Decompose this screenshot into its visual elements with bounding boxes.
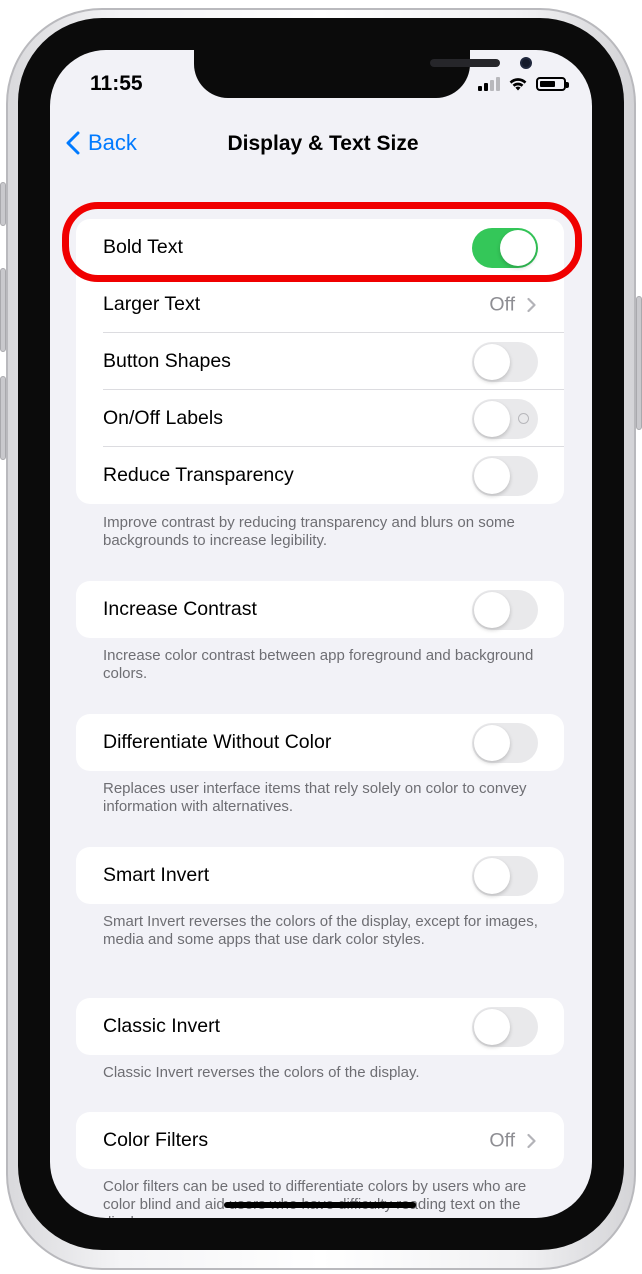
smart-invert-group: Smart Invert <box>76 847 564 904</box>
button-shapes-label: Button Shapes <box>103 350 231 372</box>
differentiate-group: Differentiate Without Color <box>76 714 564 771</box>
differentiate-without-color-toggle[interactable] <box>472 722 538 763</box>
on-off-labels-toggle[interactable] <box>472 398 538 439</box>
button-shapes-row[interactable]: Button Shapes <box>76 333 564 390</box>
button-shapes-toggle[interactable] <box>472 341 538 382</box>
color-filters-value-label: Off <box>489 1129 515 1151</box>
larger-text-value-label: Off <box>489 293 515 315</box>
notch <box>194 50 532 98</box>
larger-text-row[interactable]: Larger Text Off <box>76 276 564 333</box>
earpiece-speaker <box>430 59 500 67</box>
increase-contrast-row[interactable]: Increase Contrast <box>76 581 564 638</box>
increase-contrast-label: Increase Contrast <box>103 598 257 620</box>
smart-invert-footer: Smart Invert reverses the colors of the … <box>103 913 538 948</box>
color-filters-footer: Color filters can be used to differentia… <box>103 1178 527 1218</box>
navigation-bar: Back Display & Text Size <box>50 120 592 170</box>
classic-invert-row[interactable]: Classic Invert <box>76 998 564 1055</box>
on-off-labels-label: On/Off Labels <box>103 407 223 429</box>
increase-contrast-toggle[interactable] <box>472 589 538 630</box>
status-time: 11:55 <box>90 72 143 95</box>
classic-invert-label: Classic Invert <box>103 1015 221 1037</box>
reduce-transparency-footer: Improve contrast by reducing transparenc… <box>103 514 515 549</box>
off-circle-icon <box>518 412 529 424</box>
chevron-right-icon <box>527 297 536 312</box>
differentiate-without-color-label: Differentiate Without Color <box>103 731 332 753</box>
color-filters-row[interactable]: Color Filters Off <box>76 1112 564 1169</box>
status-icons <box>478 76 569 91</box>
classic-invert-toggle[interactable] <box>472 1006 538 1047</box>
battery-icon <box>536 76 569 91</box>
larger-text-value: Off <box>489 293 536 316</box>
silent-switch <box>0 182 6 226</box>
increase-contrast-group: Increase Contrast <box>76 581 564 638</box>
chevron-right-icon <box>527 1133 536 1148</box>
volume-down-button <box>0 376 6 460</box>
differentiate-footer: Replaces user interface items that rely … <box>103 780 527 815</box>
classic-invert-group: Classic Invert <box>76 998 564 1055</box>
increase-contrast-footer: Increase color contrast between app fore… <box>103 647 534 682</box>
reduce-transparency-label: Reduce Transparency <box>103 464 294 486</box>
differentiate-without-color-row[interactable]: Differentiate Without Color <box>76 714 564 771</box>
classic-invert-footer: Classic Invert reverses the colors of th… <box>103 1064 420 1081</box>
on-off-labels-row[interactable]: On/Off Labels <box>76 390 564 447</box>
volume-up-button <box>0 268 6 352</box>
color-filters-group: Color Filters Off <box>76 1112 564 1169</box>
reduce-transparency-row[interactable]: Reduce Transparency <box>76 447 564 504</box>
color-filters-value: Off <box>489 1129 536 1152</box>
reduce-transparency-toggle[interactable] <box>472 455 538 496</box>
front-camera <box>520 57 532 69</box>
side-button <box>636 296 642 430</box>
bold-text-highlight <box>62 202 582 282</box>
page-title: Display & Text Size <box>227 132 419 155</box>
color-filters-label: Color Filters <box>103 1129 209 1151</box>
smart-invert-label: Smart Invert <box>103 864 210 886</box>
screen: 11:55 Back Display & Text Size Bold Text <box>50 50 592 1218</box>
smart-invert-toggle[interactable] <box>472 855 538 896</box>
larger-text-label: Larger Text <box>103 293 201 315</box>
wifi-icon <box>509 78 527 91</box>
home-indicator[interactable] <box>224 1202 416 1208</box>
smart-invert-row[interactable]: Smart Invert <box>76 847 564 904</box>
signal-icon <box>478 76 500 91</box>
